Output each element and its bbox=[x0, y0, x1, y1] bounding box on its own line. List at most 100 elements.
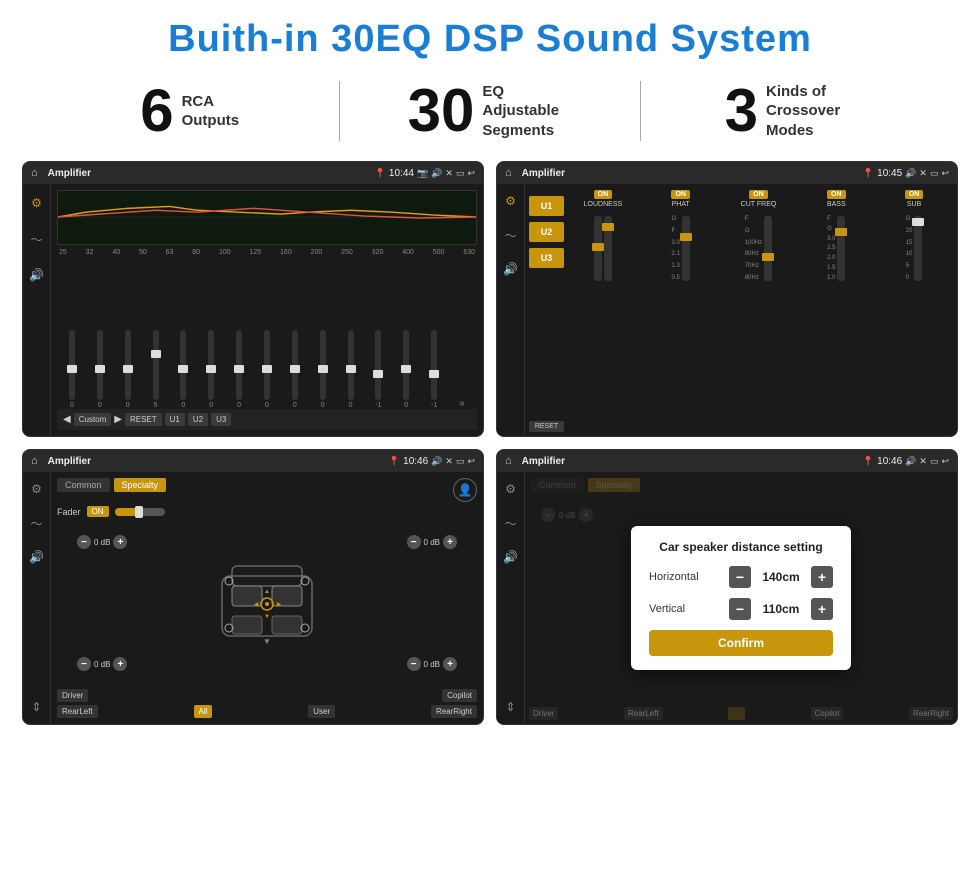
loudness-on-button[interactable]: ON bbox=[594, 190, 613, 199]
freq-32: 32 bbox=[86, 249, 94, 256]
horizontal-label: Horizontal bbox=[649, 571, 719, 583]
tl-speaker-plus[interactable]: + bbox=[113, 535, 127, 549]
reset-button[interactable]: RESET bbox=[125, 413, 162, 426]
bass-on-button[interactable]: ON bbox=[827, 190, 846, 199]
xover-channel-bass: ON BASS F G 3.0 2.5 2.0 1.5 1.0 bbox=[799, 190, 873, 430]
all-button[interactable]: All bbox=[194, 705, 213, 718]
back-icon-3: ↩ bbox=[467, 456, 475, 467]
home-icon-2[interactable]: ⌂ bbox=[505, 167, 512, 179]
xover-eq-icon[interactable]: ⚙ bbox=[500, 190, 522, 212]
eq-slider-9[interactable]: 0 bbox=[282, 330, 308, 409]
xover-u1-button[interactable]: U1 bbox=[529, 196, 564, 216]
stat-divider-2 bbox=[640, 81, 641, 141]
eq-slider-8[interactable]: 0 bbox=[254, 330, 280, 409]
xover-sidebar: ⚙ 〜 🔊 bbox=[497, 184, 525, 436]
custom-preset-button[interactable]: Custom bbox=[74, 413, 112, 426]
rearleft-button[interactable]: RearLeft bbox=[57, 705, 98, 718]
dist-spk-icon[interactable]: 🔊 bbox=[500, 546, 522, 568]
prev-preset-button[interactable]: ◀ bbox=[63, 414, 71, 425]
sub-on-button[interactable]: ON bbox=[905, 190, 924, 199]
dist-eq-icon[interactable]: ⚙ bbox=[500, 478, 522, 500]
fader-eq-icon[interactable]: ⚙ bbox=[26, 478, 48, 500]
eq-slider-3[interactable]: 0 bbox=[115, 330, 141, 409]
app-name-4: Amplifier bbox=[522, 456, 857, 467]
eq-slider-5[interactable]: 0 bbox=[170, 330, 196, 409]
u2-button[interactable]: U2 bbox=[188, 413, 208, 426]
freq-320: 320 bbox=[372, 249, 384, 256]
driver-button[interactable]: Driver bbox=[57, 689, 88, 702]
eq-slider-10[interactable]: 0 bbox=[310, 330, 336, 409]
location-icon: 📍 bbox=[375, 168, 386, 179]
stats-row: 6 RCAOutputs 30 EQ AdjustableSegments 3 … bbox=[0, 71, 980, 155]
tr-speaker-minus[interactable]: − bbox=[407, 535, 421, 549]
cutfreq-label: CUT FREQ bbox=[741, 201, 777, 208]
common-tab-button[interactable]: Common bbox=[57, 478, 110, 492]
status-bar-2: ⌂ Amplifier 📍 10:45 🔊 ✕ ▭ ↩ bbox=[497, 162, 957, 184]
xover-channels: ON LOUDNESS ON PHAT G bbox=[564, 188, 953, 432]
user-profile-button[interactable]: 👤 bbox=[453, 478, 477, 502]
tr-speaker-plus[interactable]: + bbox=[443, 535, 457, 549]
dist-wave-icon[interactable]: 〜 bbox=[500, 512, 522, 534]
location-icon-2: 📍 bbox=[863, 168, 874, 179]
cutfreq-slider[interactable] bbox=[764, 216, 772, 281]
tl-speaker-minus[interactable]: − bbox=[77, 535, 91, 549]
status-icons-1: 📍 10:44 📷 🔊 ✕ ▭ ↩ bbox=[375, 168, 475, 179]
eq-slider-expand[interactable]: » bbox=[449, 398, 475, 409]
u1-button[interactable]: U1 bbox=[165, 413, 185, 426]
car-diagram-svg: ▲ ▼ ◀ ▶ ▼ bbox=[207, 556, 327, 656]
bl-speaker-plus[interactable]: + bbox=[113, 657, 127, 671]
fader-spk-icon[interactable]: 🔊 bbox=[26, 546, 48, 568]
bass-slider[interactable] bbox=[837, 216, 845, 281]
xover-channel-cutfreq: ON CUT FREQ F G 100Hz 80Hz 70Hz 60Hz bbox=[722, 190, 796, 430]
tr-speaker-val: 0 dB bbox=[424, 538, 440, 547]
dist-arrows-icon[interactable]: ⇕ bbox=[500, 696, 522, 718]
eq-slider-4[interactable]: 5 bbox=[143, 330, 169, 409]
eq-tuner-icon[interactable]: ⚙ bbox=[26, 192, 48, 214]
vertical-plus-button[interactable]: + bbox=[811, 598, 833, 620]
xover-reset-button[interactable]: RESET bbox=[529, 421, 564, 432]
user-button[interactable]: User bbox=[308, 705, 335, 718]
eq-slider-13[interactable]: 0 bbox=[393, 330, 419, 409]
xover-spk-icon[interactable]: 🔊 bbox=[500, 258, 522, 280]
home-icon[interactable]: ⌂ bbox=[31, 167, 38, 179]
phat-slider[interactable] bbox=[682, 216, 690, 281]
loudness-slider[interactable] bbox=[594, 216, 602, 281]
u3-button[interactable]: U3 bbox=[211, 413, 231, 426]
horizontal-plus-button[interactable]: + bbox=[811, 566, 833, 588]
bl-speaker-minus[interactable]: − bbox=[77, 657, 91, 671]
eq-slider-14[interactable]: -1 bbox=[421, 330, 447, 409]
eq-slider-1[interactable]: 0 bbox=[59, 330, 85, 409]
eq-speaker-icon[interactable]: 🔊 bbox=[26, 264, 48, 286]
specialty-tab-button[interactable]: Specialty bbox=[114, 478, 167, 492]
phat-on-button[interactable]: ON bbox=[671, 190, 690, 199]
br-speaker-minus[interactable]: − bbox=[407, 657, 421, 671]
xover-channel-loudness: ON LOUDNESS bbox=[566, 190, 640, 430]
home-icon-3[interactable]: ⌂ bbox=[31, 455, 38, 467]
fader-wave-icon[interactable]: 〜 bbox=[26, 512, 48, 534]
stat-divider-1 bbox=[339, 81, 340, 141]
br-speaker-plus[interactable]: + bbox=[443, 657, 457, 671]
freq-25: 25 bbox=[59, 249, 67, 256]
xover-u2-button[interactable]: U2 bbox=[529, 222, 564, 242]
eq-slider-12[interactable]: -1 bbox=[365, 330, 391, 409]
home-icon-4[interactable]: ⌂ bbox=[505, 455, 512, 467]
eq-slider-2[interactable]: 0 bbox=[87, 330, 113, 409]
eq-slider-7[interactable]: 0 bbox=[226, 330, 252, 409]
svg-text:▼: ▼ bbox=[264, 614, 270, 620]
loudness-slider2[interactable] bbox=[604, 216, 612, 281]
xover-wave-icon[interactable]: 〜 bbox=[500, 224, 522, 246]
vertical-minus-button[interactable]: − bbox=[729, 598, 751, 620]
rearright-button[interactable]: RearRight bbox=[431, 705, 477, 718]
xover-u3-button[interactable]: U3 bbox=[529, 248, 564, 268]
next-preset-button[interactable]: ▶ bbox=[114, 414, 122, 425]
fader-arrows-icon[interactable]: ⇕ bbox=[26, 696, 48, 718]
eq-graph-svg bbox=[58, 191, 476, 244]
cutfreq-on-button[interactable]: ON bbox=[749, 190, 768, 199]
copilot-button[interactable]: Copilot bbox=[442, 689, 477, 702]
confirm-button[interactable]: Confirm bbox=[649, 630, 833, 656]
eq-slider-6[interactable]: 0 bbox=[198, 330, 224, 409]
eq-wave-icon[interactable]: 〜 bbox=[26, 228, 48, 250]
eq-slider-11[interactable]: 0 bbox=[338, 330, 364, 409]
horizontal-minus-button[interactable]: − bbox=[729, 566, 751, 588]
sub-slider[interactable] bbox=[914, 216, 922, 281]
